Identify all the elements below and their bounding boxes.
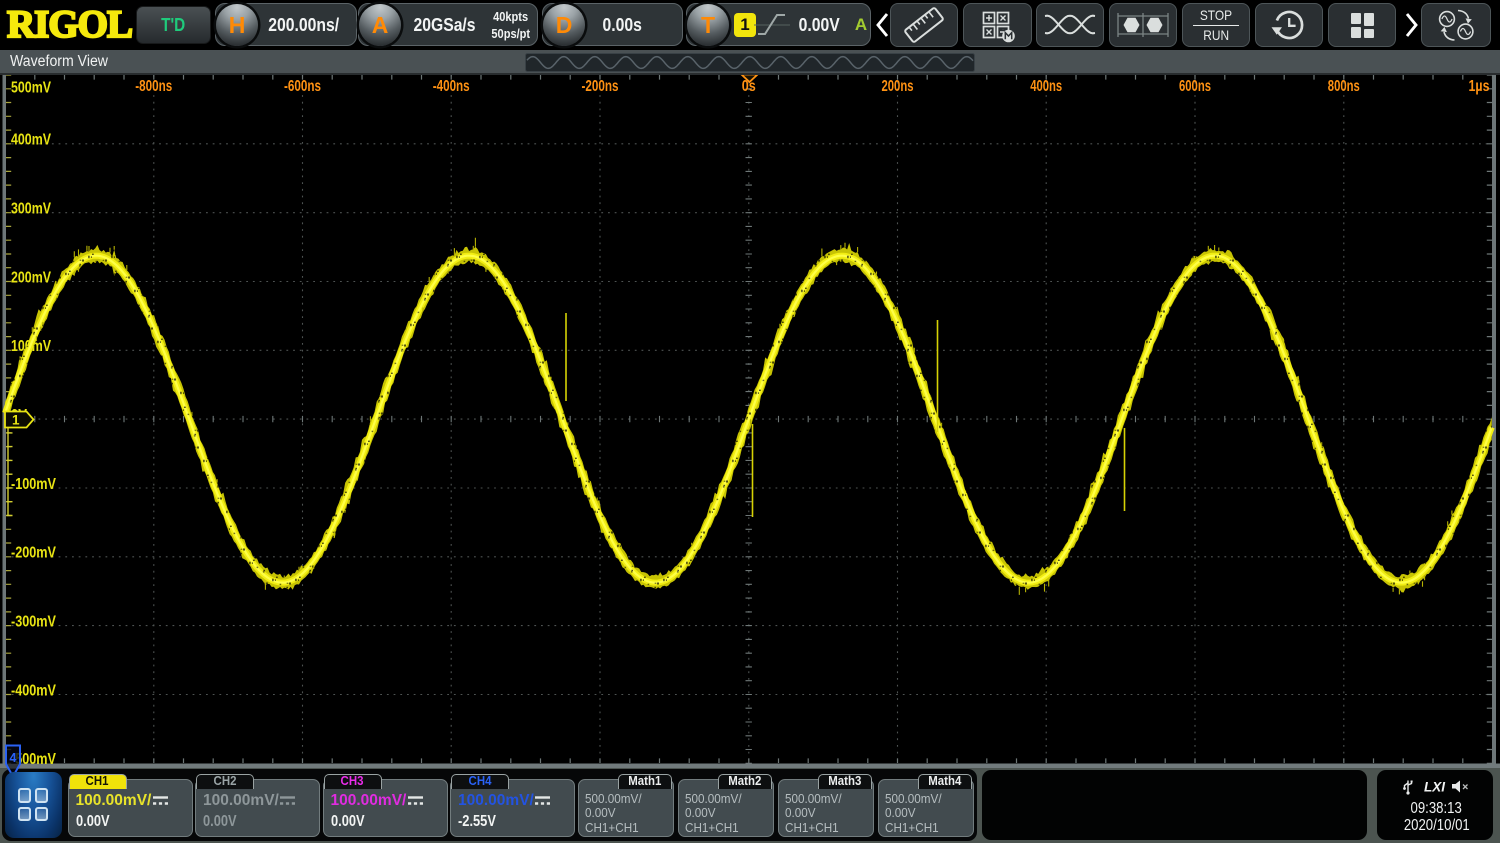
svg-text:200ns: 200ns	[882, 78, 914, 95]
svg-text:500mV: 500mV	[11, 80, 52, 97]
svg-text:200mV: 200mV	[11, 269, 52, 286]
svg-text:400mV: 400mV	[11, 132, 52, 149]
svg-text:-200ns: -200ns	[582, 78, 619, 95]
svg-text:1µs: 1µs	[1469, 78, 1490, 95]
svg-text:-800ns: -800ns	[135, 78, 172, 95]
svg-text:600ns: 600ns	[1179, 78, 1211, 95]
svg-text:LXI: LXI	[1424, 780, 1445, 795]
svg-text:-100mV: -100mV	[11, 476, 57, 493]
svg-text:-400mV: -400mV	[11, 682, 57, 699]
svg-text:800ns: 800ns	[1328, 78, 1360, 95]
svg-text:-600ns: -600ns	[284, 78, 321, 95]
svg-text:300mV: 300mV	[11, 201, 52, 218]
svg-text:-200mV: -200mV	[11, 545, 57, 562]
svg-text:1: 1	[12, 413, 20, 428]
svg-text:-400ns: -400ns	[433, 78, 470, 95]
svg-text:400ns: 400ns	[1030, 78, 1062, 95]
svg-text:4: 4	[10, 751, 17, 765]
svg-text:-300mV: -300mV	[11, 614, 57, 631]
